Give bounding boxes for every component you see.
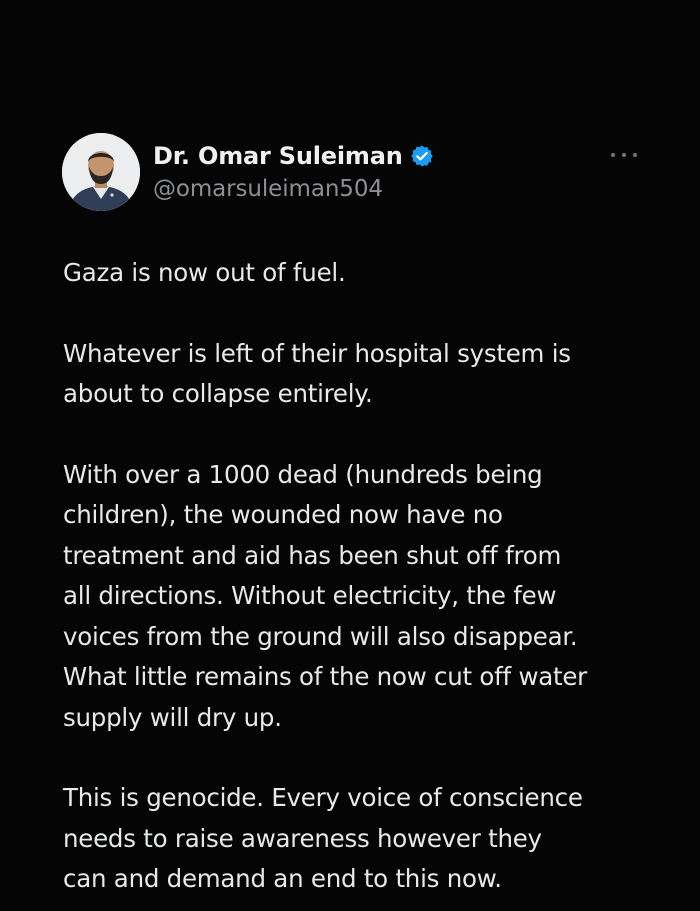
avatar[interactable] [62, 133, 140, 211]
author-name-row: Dr. Omar Suleiman [153, 140, 434, 172]
tweet-paragraph: Whatever is left of their hospital syste… [63, 338, 571, 409]
tweet-card: Dr. Omar Suleiman @omarsuleiman504 Gaza … [0, 0, 700, 911]
tweet-paragraph: Gaza is now out of fuel. [63, 258, 346, 287]
tweet-paragraph: With over a 1000 dead (hundreds being ch… [63, 459, 587, 732]
more-options-icon[interactable] [611, 147, 637, 163]
tweet-paragraph: This is genocide. Every voice of conscie… [63, 783, 583, 893]
more-dot [611, 153, 615, 157]
more-dot [633, 153, 637, 157]
more-dot [622, 153, 626, 157]
verified-badge-icon [410, 144, 434, 168]
tweet-text: Gaza is now out of fuel. Whatever is lef… [63, 253, 663, 911]
author-handle[interactable]: @omarsuleiman504 [153, 176, 434, 202]
author-display-name[interactable]: Dr. Omar Suleiman [153, 142, 403, 170]
profile-photo [62, 133, 140, 211]
author-block: Dr. Omar Suleiman @omarsuleiman504 [153, 140, 434, 202]
